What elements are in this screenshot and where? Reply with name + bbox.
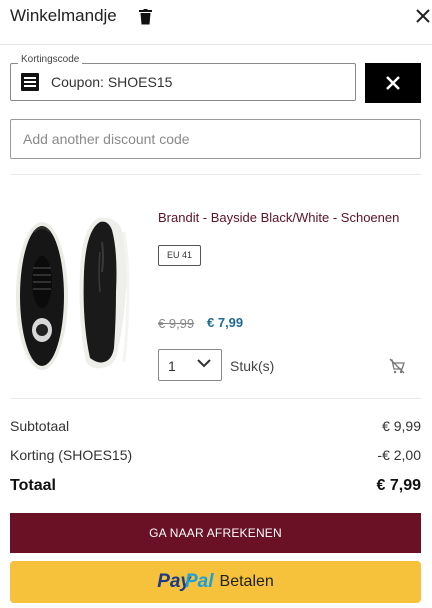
discount-label: Korting (SHOES15): [10, 447, 133, 463]
checkout-label: GA NAAR AFREKENEN: [149, 526, 282, 540]
close-icon: [386, 76, 400, 90]
total-value: € 7,99: [376, 477, 421, 494]
size-badge: EU 41: [158, 245, 201, 266]
original-price: € 9,99: [158, 316, 195, 331]
cart-title: Winkelmandje: [10, 6, 117, 25]
subtotal-label: Subtotaal: [10, 418, 70, 434]
discount-value: -€ 2,00: [377, 447, 421, 463]
quantity-unit: Stuk(s): [230, 358, 275, 374]
chevron-down-icon: [197, 359, 211, 368]
sale-price: € 7,99: [207, 315, 244, 330]
discount-code-input[interactable]: [10, 119, 421, 159]
product-name[interactable]: Brandit - Bayside Black/White - Schoenen: [158, 210, 399, 225]
applied-coupon-text: Coupon: SHOES15: [51, 74, 173, 90]
close-icon[interactable]: [414, 7, 432, 25]
paypal-logo: PayPal: [157, 571, 213, 593]
header-divider: [0, 44, 432, 45]
coupon-menu-icon: [21, 73, 39, 91]
coupon-field-label: Kortingscode: [18, 54, 83, 65]
paypal-betalen-label: Betalen: [219, 573, 274, 590]
checkout-button[interactable]: GA NAAR AFREKENEN: [10, 513, 421, 553]
trash-icon[interactable]: [139, 9, 152, 25]
product-image[interactable]: [12, 212, 136, 374]
subtotal-value: € 9,99: [382, 418, 421, 434]
quantity-value: 1: [168, 358, 176, 374]
total-label: Totaal: [10, 477, 56, 494]
section-divider: [10, 174, 421, 175]
paypal-content: PayPal Betalen: [10, 561, 421, 603]
section-divider: [10, 398, 421, 399]
paypal-logo-pal: Pal: [185, 571, 214, 592]
remove-coupon-button[interactable]: [365, 63, 421, 103]
paypal-button[interactable]: PayPal Betalen: [10, 561, 421, 603]
cart-remove-icon[interactable]: [389, 358, 405, 374]
